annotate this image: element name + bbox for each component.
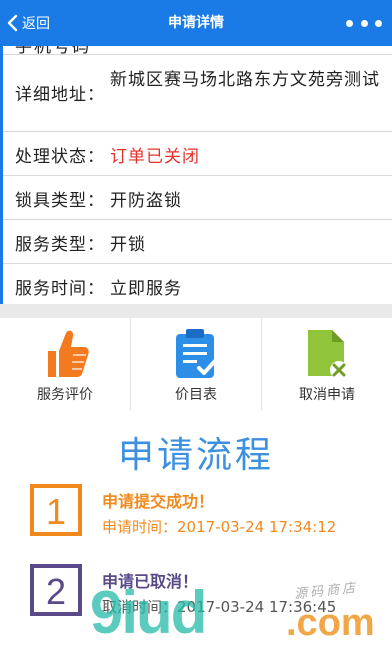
detail-key: 锁具类型：	[15, 191, 105, 211]
action-bar: 服务评价 价目表 取消申请	[0, 318, 392, 410]
more-options-button[interactable]	[346, 14, 382, 32]
more-dot-icon	[360, 19, 368, 27]
detail-value: 开防盗锁	[110, 191, 182, 211]
detail-row-service-time: 服务时间： 立即服务	[3, 264, 392, 304]
service-review-button[interactable]: 服务评价	[0, 318, 131, 410]
step-time: 取消时间：2017-03-24 17:36:45	[102, 598, 337, 616]
application-flow: 申请流程 1 申请提交成功！ 申请时间：2017-03-24 17:34:12 …	[0, 410, 392, 647]
clipboard-list-icon	[176, 329, 217, 378]
page-title: 申请详情	[168, 15, 224, 31]
step-time: 申请时间：2017-03-24 17:34:12	[102, 518, 337, 536]
detail-row-status: 处理状态： 订单已关闭	[3, 132, 392, 176]
flow-title: 申请流程	[117, 435, 274, 476]
action-label: 取消申请	[299, 387, 355, 403]
detail-key: 服务时间：	[15, 279, 105, 299]
detail-key: 详细地址：	[15, 85, 105, 105]
step-number: 1	[30, 484, 82, 536]
detail-value: 立即服务	[110, 279, 182, 299]
more-dot-icon	[346, 19, 353, 27]
status-value: 订单已关闭	[110, 147, 200, 167]
step-title: 申请提交成功！	[102, 492, 215, 511]
detail-value: 新城区赛马场北路东方文苑旁测试	[110, 70, 380, 90]
detail-row-address: 详细地址： 新城区赛马场北路东方文苑旁测试	[3, 54, 392, 132]
thumbs-up-icon	[48, 330, 89, 377]
step-number: 2	[30, 564, 82, 616]
top-nav-bar: 返回 申请详情	[0, 0, 392, 46]
more-dot-icon	[375, 19, 382, 27]
document-cancel-icon	[308, 330, 348, 379]
action-label: 服务评价	[37, 387, 93, 403]
detail-row-lock-type: 锁具类型： 开防盗锁	[3, 176, 392, 220]
section-divider	[0, 304, 392, 318]
step-title: 申请已取消！	[102, 572, 199, 591]
price-list-button[interactable]: 价目表	[131, 318, 262, 410]
order-details: 手机号码 详细地址： 新城区赛马场北路东方文苑旁测试 处理状态： 订单已关闭 锁…	[0, 46, 392, 304]
detail-row-service-type: 服务类型： 开锁	[3, 220, 392, 264]
detail-value: 开锁	[110, 235, 146, 255]
cancel-application-button[interactable]: 取消申请	[262, 318, 392, 410]
action-label: 价目表	[175, 387, 217, 403]
detail-key: 服务类型：	[15, 235, 105, 255]
detail-key: 处理状态：	[15, 147, 105, 167]
